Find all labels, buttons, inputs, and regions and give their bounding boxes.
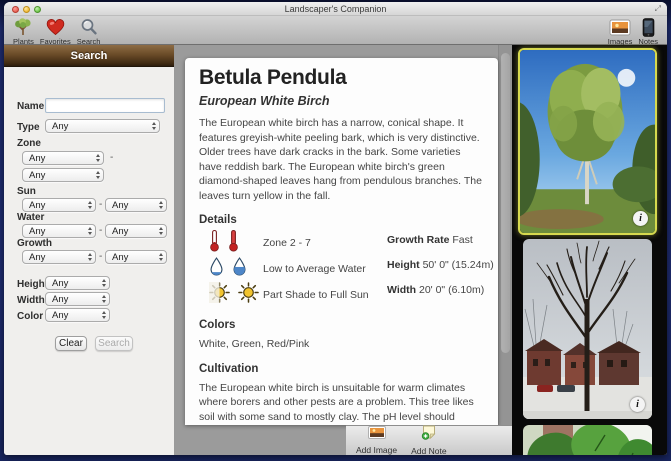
plant-title: Betula Pendula xyxy=(199,66,347,89)
stepper-arrows-icon xyxy=(102,311,106,319)
name-label: Name xyxy=(17,101,45,112)
plant-detail-pane: Betula Pendula European White Birch The … xyxy=(175,45,667,455)
water-range-dash: - xyxy=(99,225,103,236)
info-icon[interactable]: i xyxy=(630,397,645,412)
type-label: Type xyxy=(17,122,40,133)
toolbar: Plants Favorites Search Images Notes xyxy=(4,16,667,46)
color-select[interactable]: Any xyxy=(45,308,110,322)
images-icon xyxy=(609,18,631,36)
zone-range-dash: - xyxy=(110,152,114,163)
height-select[interactable]: Any xyxy=(45,276,110,290)
water-from-select[interactable]: Any xyxy=(22,224,96,238)
stepper-arrows-icon xyxy=(96,171,100,179)
water-label: Water xyxy=(17,212,45,223)
scrollbar-thumb[interactable] xyxy=(501,53,510,353)
thermometer-empty-icon xyxy=(209,229,220,257)
stepper-arrows-icon xyxy=(159,253,163,261)
search-toolbar-button[interactable]: Search xyxy=(77,18,100,46)
zone-label: Zone xyxy=(17,138,41,149)
images-button[interactable]: Images xyxy=(608,18,632,46)
stepper-arrows-icon xyxy=(102,295,106,303)
details-block: Zone 2 - 7 Low to Average Water Part Sha… xyxy=(199,229,494,308)
name-input[interactable] xyxy=(45,98,165,113)
type-select[interactable]: Any xyxy=(45,119,160,133)
notes-button[interactable]: Notes xyxy=(638,17,658,46)
stepper-arrows-icon xyxy=(159,227,163,235)
plant-common-name: European White Birch xyxy=(199,94,330,108)
zone-value: Zone 2 - 7 xyxy=(263,237,311,249)
info-icon[interactable]: i xyxy=(633,211,648,226)
colors-heading: Colors xyxy=(199,319,236,331)
growth-to-select[interactable]: Any xyxy=(105,250,167,264)
stepper-arrows-icon xyxy=(88,227,92,235)
colors-value: White, Green, Red/Pink xyxy=(199,338,310,350)
cultivation-heading: Cultivation xyxy=(199,362,259,375)
stepper-arrows-icon xyxy=(88,253,92,261)
details-heading: Details xyxy=(199,214,237,226)
add-note-label: Add Note xyxy=(411,446,447,455)
thermometer-full-icon xyxy=(228,229,239,257)
facts-column: Growth Rate Fast Height 50' 0" (15.24m) … xyxy=(387,234,494,309)
stepper-arrows-icon xyxy=(88,201,92,209)
stepper-arrows-icon xyxy=(159,201,163,209)
add-image-label: Add Image xyxy=(356,445,398,455)
growth-range-dash: - xyxy=(99,251,103,262)
sun-range-dash: - xyxy=(99,199,103,210)
growth-from-select[interactable]: Any xyxy=(22,250,96,264)
stepper-arrows-icon xyxy=(102,279,106,287)
clear-button[interactable]: Clear xyxy=(55,336,87,351)
photo-leaves-closeup[interactable] xyxy=(523,425,652,455)
search-icon xyxy=(80,18,98,36)
photo-summer-birch[interactable]: i xyxy=(518,48,657,235)
cultivation-text: The European white birch is unsuitable f… xyxy=(199,381,474,423)
app-window: Landscaper's Companion ⤢ Plants Favorite… xyxy=(4,2,667,455)
search-sidebar: Search Name Type Any Zone Any - Any Sun … xyxy=(4,45,175,455)
plants-button[interactable]: Plants xyxy=(13,18,34,46)
window-title: Landscaper's Companion xyxy=(284,4,387,14)
photo-winter-tree[interactable]: i xyxy=(523,239,652,419)
waterdrop-half-icon xyxy=(232,257,247,281)
sun-full-icon xyxy=(238,282,259,308)
photo-panel: i i xyxy=(512,45,667,455)
width-select[interactable]: Any xyxy=(45,292,110,306)
leaves-closeup-image xyxy=(523,425,652,455)
titlebar[interactable]: Landscaper's Companion ⤢ xyxy=(4,2,667,16)
notes-icon xyxy=(642,17,655,37)
sidebar-header-title: Search xyxy=(70,49,108,62)
height-fact: Height 50' 0" (15.24m) xyxy=(387,259,494,271)
sun-partshade-icon xyxy=(209,282,230,308)
winter-tree-image xyxy=(523,239,652,419)
add-note-icon xyxy=(421,425,437,445)
width-label: Width xyxy=(17,295,45,306)
width-fact: Width 20' 0" (6.10m) xyxy=(387,284,485,296)
summer-birch-image xyxy=(520,50,655,233)
zone-from-select[interactable]: Any xyxy=(22,151,104,165)
add-image-button[interactable]: Add Image xyxy=(356,426,397,455)
sun-from-select[interactable]: Any xyxy=(22,198,96,212)
scrollbar[interactable] xyxy=(498,45,512,425)
sidebar-header: Search xyxy=(4,45,174,67)
waterdrop-low-icon xyxy=(209,257,224,281)
sun-value: Part Shade to Full Sun xyxy=(263,289,369,301)
color-label: Color xyxy=(17,311,44,322)
tree-icon xyxy=(13,18,33,36)
stepper-arrows-icon xyxy=(96,154,100,162)
stepper-arrows-icon xyxy=(152,122,156,130)
add-image-icon xyxy=(367,426,386,444)
favorites-button[interactable]: Favorites xyxy=(40,18,71,46)
water-value: Low to Average Water xyxy=(263,263,366,275)
add-note-button[interactable]: Add Note xyxy=(411,425,447,455)
sun-label: Sun xyxy=(17,186,36,197)
zone-to-select[interactable]: Any xyxy=(22,168,104,182)
heart-icon xyxy=(46,18,65,36)
search-button[interactable]: Search xyxy=(95,336,133,351)
water-to-select[interactable]: Any xyxy=(105,224,167,238)
growth-label: Growth xyxy=(17,238,52,249)
plant-card: Betula Pendula European White Birch The … xyxy=(185,58,498,425)
height-label: Height xyxy=(17,279,49,290)
sun-to-select[interactable]: Any xyxy=(105,198,167,212)
plant-description: The European white birch has a narrow, c… xyxy=(199,117,482,202)
growth-rate-fact: Growth Rate Fast xyxy=(387,234,473,246)
fullscreen-icon[interactable]: ⤢ xyxy=(655,4,661,14)
